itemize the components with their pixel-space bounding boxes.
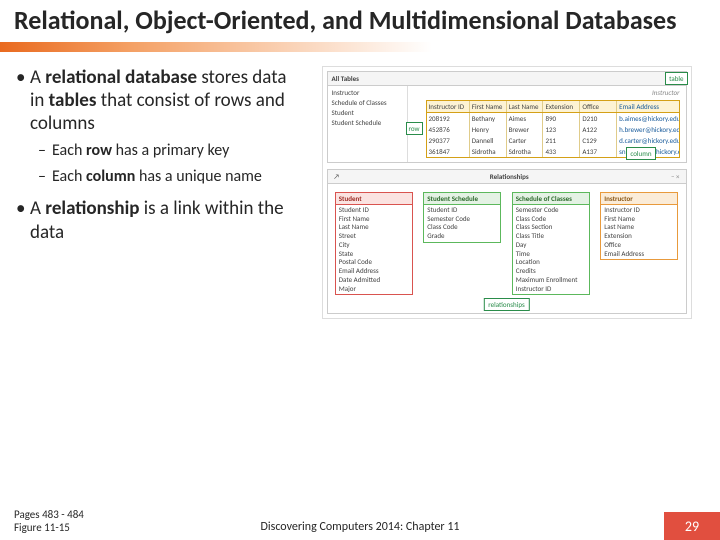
relationship-field: Email Address [604, 250, 674, 259]
list-item: Instructor [332, 88, 403, 97]
table-row: 290377DannellCarter211C129d.carter@hicko… [427, 135, 679, 146]
relationship-field: Class Title [516, 232, 586, 241]
footer-pages: Pages 483 - 484 Figure 11-15 [14, 508, 84, 534]
figure-relationships-panel: ↗ Relationships – × StudentStudent IDFir… [327, 169, 687, 315]
bullet-2: A relationship is a link within the data [12, 197, 297, 243]
callout-relationships: relationships [483, 298, 529, 311]
slide-title: Relational, Object-Oriented, and Multidi… [14, 6, 706, 36]
table-row: 452876HenryBrewer123A122h.brewer@hickory… [427, 124, 679, 135]
instructor-table-view: row Instructor Instructor ID First Name … [408, 86, 686, 162]
relationship-box-title: Student [336, 193, 412, 205]
relationship-box: Student ScheduleStudent IDSemester CodeC… [423, 192, 501, 243]
list-item: Student Schedule [332, 118, 403, 127]
relationship-field: Instructor ID [516, 285, 586, 294]
list-item: Schedule of Classes [332, 98, 403, 107]
figure-top-panel: table All Tables Instructor Schedule of … [327, 71, 687, 163]
list-item: Student [332, 108, 403, 117]
relationship-box: Schedule of ClassesSemester CodeClass Co… [512, 192, 590, 296]
table-header-row: Instructor ID First Name Last Name Exten… [427, 101, 679, 113]
bullet-column: A relational database stores data in tab… [12, 66, 297, 320]
tables-sidebar: Instructor Schedule of Classes Student S… [328, 86, 408, 162]
bullet-1: A relational database stores data in tab… [12, 66, 297, 188]
footer-book-chapter: Discovering Computers 2014: Chapter 11 [260, 520, 459, 534]
relationship-box-title: Instructor [601, 193, 677, 205]
relationship-field: Major [339, 285, 409, 294]
figure-11-15: table All Tables Instructor Schedule of … [322, 66, 692, 320]
sub-bullet-1: Each row has a primary key [30, 141, 297, 161]
slide-number: 29 [664, 512, 720, 540]
sub-bullet-2: Each column has a unique name [30, 167, 297, 187]
callout-table: table [665, 72, 687, 85]
relationship-field: Grade [427, 232, 497, 241]
title-underline [0, 42, 720, 52]
table-row: 208192BethanyAimes890D210b.aimes@hickory… [427, 113, 679, 124]
callout-column: column [626, 147, 655, 160]
relationships-title: Relationships [490, 172, 529, 181]
panel-title: Instructor [652, 88, 680, 97]
all-tables-label: All Tables [332, 74, 359, 83]
relationship-box-title: Student Schedule [424, 193, 500, 205]
relationship-box: StudentStudent IDFirst NameLast NameStre… [335, 192, 413, 296]
relationship-box: InstructorInstructor IDFirst NameLast Na… [600, 192, 678, 261]
callout-row: row [406, 122, 423, 135]
relationship-box-title: Schedule of Classes [513, 193, 589, 205]
